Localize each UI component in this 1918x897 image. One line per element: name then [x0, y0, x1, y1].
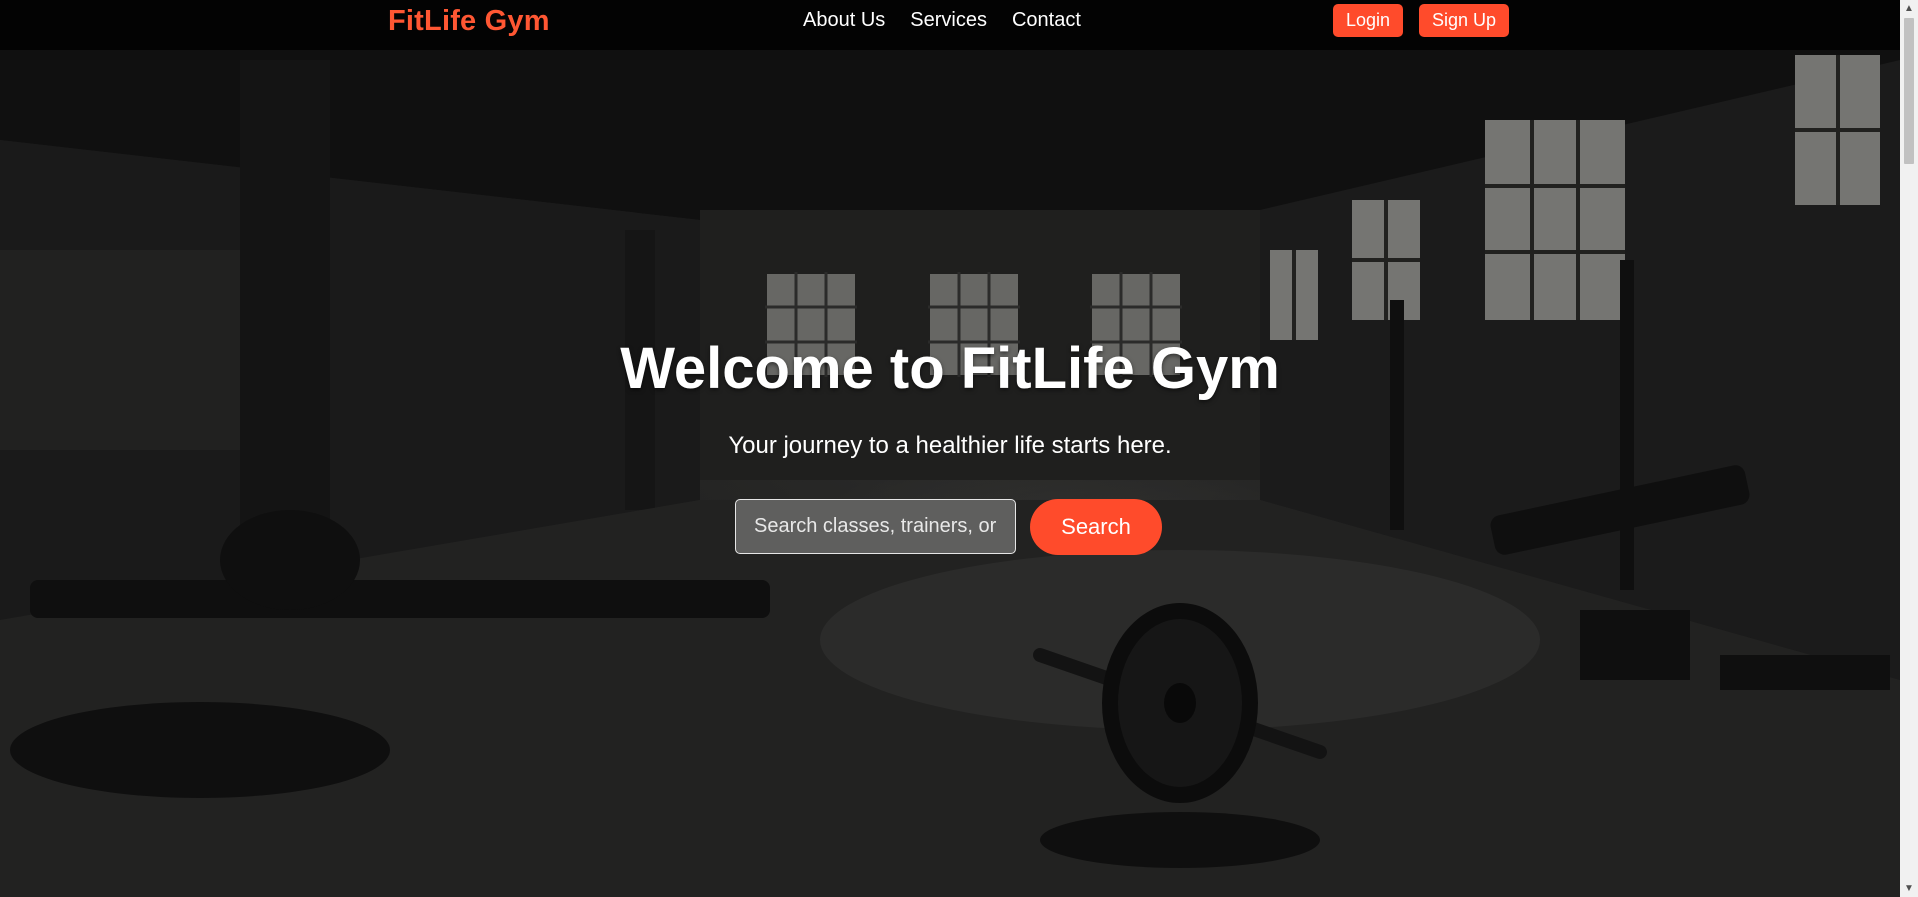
nav-link-services[interactable]: Services	[910, 9, 987, 31]
triangle-up-icon[interactable]: ▲	[1900, 0, 1918, 17]
nav-link-contact[interactable]: Contact	[1012, 9, 1081, 31]
hero-title: Welcome to FitLife Gym	[620, 336, 1280, 401]
nav-link-about-us[interactable]: About Us	[803, 9, 885, 31]
navbar: FitLife Gym About Us Services Contact Lo…	[0, 0, 1900, 50]
hero-section: Welcome to FitLife Gym Your journey to a…	[0, 0, 1900, 897]
scrollbar-thumb[interactable]	[1904, 18, 1914, 164]
search-button[interactable]: Search	[1030, 499, 1162, 555]
search-input[interactable]	[735, 499, 1016, 554]
triangle-down-icon[interactable]: ▼	[1900, 880, 1918, 897]
vertical-scrollbar[interactable]: ▲ ▼	[1900, 0, 1918, 897]
hero-subtitle: Your journey to a healthier life starts …	[728, 432, 1172, 459]
login-button[interactable]: Login	[1333, 4, 1403, 37]
brand-logo[interactable]: FitLife Gym	[388, 5, 550, 38]
signup-button[interactable]: Sign Up	[1419, 4, 1509, 37]
nav-links: About Us Services Contact	[803, 9, 1081, 31]
